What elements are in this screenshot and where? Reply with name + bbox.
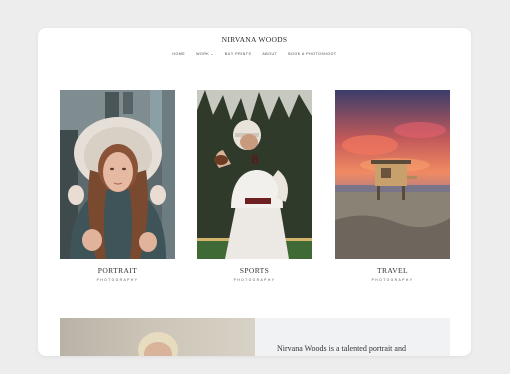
nav-item-book-photoshoot[interactable]: BOOK A PHOTOSHOOT (288, 52, 336, 56)
gallery-card-sports[interactable]: 8 SPORTS PHOTOGRAPHY (197, 90, 312, 282)
about-text: Nirvana Woods is a talented portrait and (277, 344, 406, 353)
chevron-down-icon: ⌄ (210, 52, 214, 56)
about-panel: Nirvana Woods is a talented portrait and (255, 318, 450, 356)
gallery-card-travel[interactable]: TRAVEL PHOTOGRAPHY (335, 90, 450, 282)
card-subtitle: PHOTOGRAPHY (371, 278, 414, 282)
card-title[interactable]: SPORTS (197, 266, 312, 275)
travel-photo[interactable] (335, 90, 450, 259)
gallery-card-portrait[interactable]: PORTRAIT PHOTOGRAPHY (60, 90, 175, 282)
nav-item-about[interactable]: ABOUT (262, 52, 277, 56)
site-title[interactable]: NIRVANA WOODS (38, 35, 471, 44)
portrait-photo[interactable] (60, 90, 175, 259)
nav-item-buy-prints[interactable]: BUY PRINTS (225, 52, 252, 56)
card-subtitle: PHOTOGRAPHY (233, 278, 276, 282)
nav-item-home[interactable]: HOME (172, 52, 185, 56)
card-title[interactable]: PORTRAIT (60, 266, 175, 275)
card-subtitle: PHOTOGRAPHY (96, 278, 139, 282)
main-nav: HOME WORK⌄ BUY PRINTS ABOUT BOOK A PHOTO… (38, 52, 471, 56)
card-title[interactable]: TRAVEL (335, 266, 450, 275)
about-photo (60, 318, 255, 356)
nav-item-work[interactable]: WORK⌄ (196, 52, 214, 56)
nav-item-work-label: WORK (196, 52, 210, 56)
svg-text:8: 8 (251, 152, 258, 167)
website-window: NIRVANA WOODS HOME WORK⌄ BUY PRINTS ABOU… (38, 28, 471, 356)
sports-photo[interactable]: 8 (197, 90, 312, 259)
